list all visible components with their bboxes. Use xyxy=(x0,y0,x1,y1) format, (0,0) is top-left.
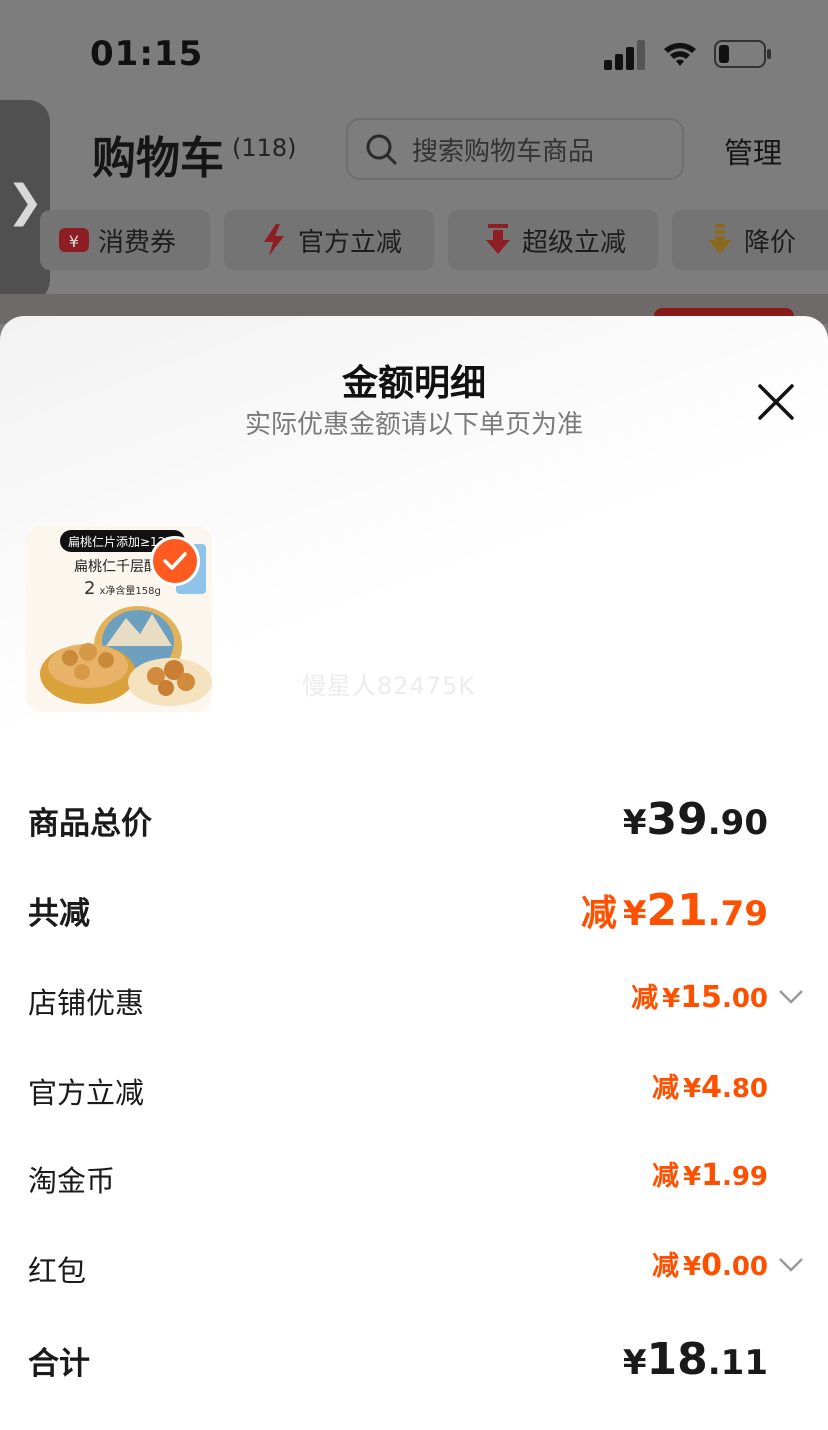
row-taojinbi: 淘金币 减 ¥1.99 xyxy=(0,1148,828,1208)
watermark: 慢星人82475K xyxy=(302,672,476,700)
chevron-down-icon[interactable] xyxy=(776,984,806,1008)
chip-label: 消费券 xyxy=(98,227,177,258)
row-label: 官方立减 xyxy=(28,1076,145,1110)
chevron-down-icon[interactable] xyxy=(776,1252,806,1276)
sheet-title: 金额明细 xyxy=(341,363,486,404)
row-label: 淘金币 xyxy=(28,1164,116,1198)
row-amount: ¥18.11 xyxy=(622,1334,768,1385)
row-amount: 减 ¥1.99 xyxy=(651,1158,768,1193)
manage-button[interactable]: 管理 xyxy=(724,130,782,172)
row-red-packet[interactable]: 红包 减 ¥0.00 xyxy=(0,1238,828,1298)
row-item-total: 商品总价 ¥39.90 xyxy=(0,788,828,848)
row-amount: 减 ¥21.79 xyxy=(580,885,768,936)
cart-count: (118) xyxy=(232,134,297,162)
row-amount: ¥39.90 xyxy=(622,794,768,845)
filter-chip-price-drop[interactable]: 降价 xyxy=(672,210,828,270)
signal-icon xyxy=(604,40,645,70)
row-label: 红包 xyxy=(28,1254,87,1288)
status-time: 01:15 xyxy=(90,34,204,74)
filter-chip-coupon[interactable]: ¥ 消费券 xyxy=(40,210,210,270)
svg-text:¥: ¥ xyxy=(69,232,79,251)
wifi-icon xyxy=(664,42,696,66)
row-amount: 减 ¥4.80 xyxy=(651,1070,768,1105)
filter-chip-official-discount[interactable]: 官方立减 xyxy=(224,210,434,270)
status-bar: 01:15 xyxy=(0,0,828,100)
row-official-discount: 官方立减 减 ¥4.80 xyxy=(0,1060,828,1120)
selected-check-icon[interactable] xyxy=(150,536,200,586)
side-expand-handle[interactable]: ❯ xyxy=(0,100,50,302)
search-placeholder: 搜索购物车商品 xyxy=(412,136,595,167)
amount-detail-sheet: 金额明细 实际优惠金额请以下单页为准 扁桃仁片添加≥12% 扁桃仁千层酥 2 x净… xyxy=(0,316,828,1430)
row-label: 共减 xyxy=(28,896,90,932)
row-label: 合计 xyxy=(28,1346,90,1382)
page-title: 购物车 xyxy=(92,133,224,184)
search-input[interactable]: 搜索购物车商品 xyxy=(346,118,684,180)
row-label: 店铺优惠 xyxy=(28,986,145,1020)
row-grand-total: 合计 ¥18.11 xyxy=(0,1328,828,1388)
search-icon xyxy=(366,134,397,165)
row-label: 商品总价 xyxy=(28,806,152,842)
price-drop-icon xyxy=(704,224,736,256)
coupon-icon: ¥ xyxy=(58,224,90,256)
row-amount: 减 ¥15.00 xyxy=(631,980,768,1015)
chip-label: 降价 xyxy=(744,227,797,258)
chip-label: 超级立减 xyxy=(522,227,627,258)
row-store-discount[interactable]: 店铺优惠 减 ¥15.00 xyxy=(0,970,828,1030)
row-amount: 减 ¥0.00 xyxy=(651,1248,768,1283)
close-icon[interactable] xyxy=(754,380,798,424)
lightning-icon xyxy=(258,224,290,256)
arrow-down-icon xyxy=(482,224,514,256)
battery-icon xyxy=(714,40,771,68)
sheet-subtitle: 实际优惠金额请以下单页为准 xyxy=(244,410,583,440)
chevron-right-icon: ❯ xyxy=(6,175,44,227)
row-total-discount: 共减 减 ¥21.79 xyxy=(0,878,828,938)
chip-label: 官方立减 xyxy=(298,227,403,258)
filter-chip-super-discount[interactable]: 超级立减 xyxy=(448,210,658,270)
